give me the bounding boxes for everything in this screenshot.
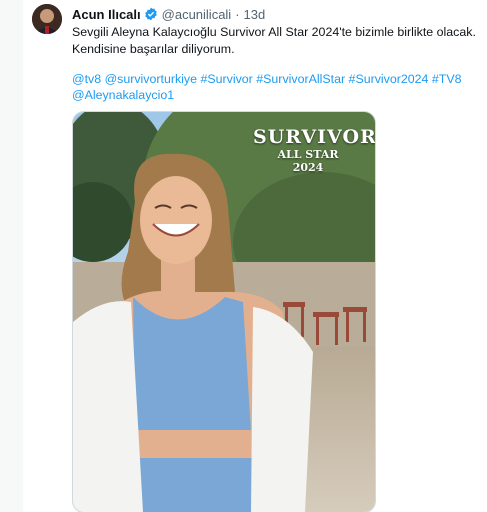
mention-tv8[interactable]: @tv8 (72, 72, 101, 86)
logo-sub: ALL STAR (277, 148, 339, 161)
avatar[interactable] (32, 4, 62, 34)
logo-year: 2024 (292, 161, 324, 174)
author-name[interactable]: Acun Ilıcalı (72, 7, 141, 22)
tags-line: @Aleynakalaycio1 (72, 87, 484, 103)
tweet-text-line: Kendisine başarılar diliyorum. (72, 42, 235, 56)
tags-line: @tv8 @survivorturkiye #Survivor #Survivo… (72, 71, 484, 87)
survivor-logo: SURVIVOR ALL STAR 2024 (253, 126, 376, 174)
hashtag-survivor2024[interactable]: #Survivor2024 (349, 72, 429, 86)
author-handle[interactable]: @acunilicali (162, 7, 232, 22)
hashtag-tv8[interactable]: #TV8 (432, 72, 462, 86)
hashtag-survivor[interactable]: #Survivor (200, 72, 252, 86)
mention-aleynakalaycio1[interactable]: @Aleynakalaycio1 (72, 88, 174, 102)
tweet-timestamp[interactable]: 13d (244, 7, 266, 22)
tweet-text-line: Sevgili Aleyna Kalaycıoğlu Survivor All … (72, 25, 476, 39)
logo-word: SURVIVOR (253, 126, 376, 148)
separator-dot: · (235, 6, 240, 22)
tweet-header: Acun Ilıcalı @acunilicali · 13d (72, 6, 265, 22)
tweet-photo[interactable]: SURVIVOR ALL STAR 2024 (72, 111, 376, 512)
tweet-text: Sevgili Aleyna Kalaycıoğlu Survivor All … (72, 24, 484, 58)
hashtag-survivorallstar[interactable]: #SurvivorAllStar (256, 72, 345, 86)
tweet-tags: @tv8 @survivorturkiye #Survivor #Survivo… (72, 71, 484, 103)
tweet-card: Acun Ilıcalı @acunilicali · 13d Sevgili … (23, 0, 487, 512)
mention-survivorturkiye[interactable]: @survivorturkiye (105, 72, 197, 86)
verified-badge-icon (144, 7, 158, 21)
